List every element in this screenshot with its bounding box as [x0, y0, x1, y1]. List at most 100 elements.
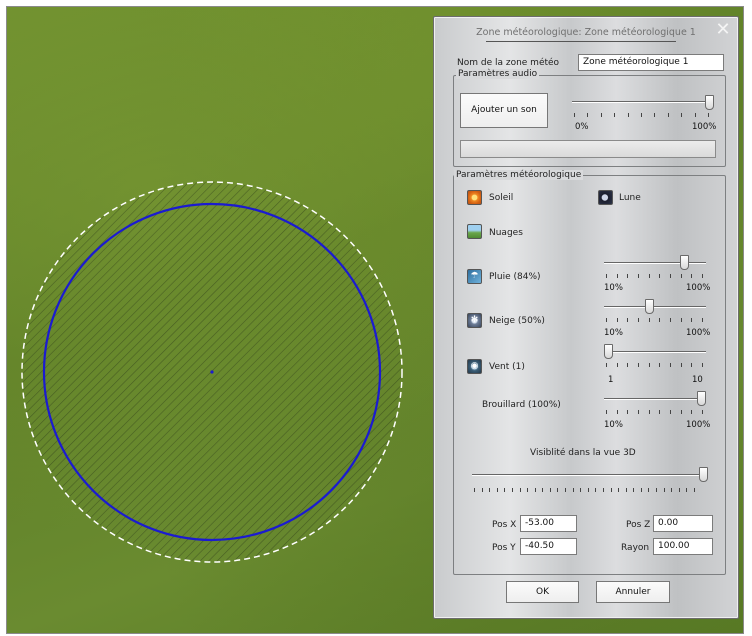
slider-tick — [627, 113, 629, 117]
slider-tick — [638, 274, 639, 278]
slider-tick — [610, 488, 612, 492]
slider-tick — [474, 488, 475, 492]
slider-tick — [595, 488, 597, 492]
pos-x-label: Pos X — [492, 520, 517, 530]
zone-center-point[interactable] — [210, 370, 214, 374]
sun-label[interactable]: Soleil — [489, 193, 513, 203]
wind-slider-thumb[interactable] — [604, 344, 613, 359]
slider-tick — [616, 410, 618, 414]
slider-tick — [565, 488, 567, 492]
radius-input[interactable]: 100.00 — [653, 538, 713, 555]
slider-tick — [641, 113, 642, 117]
slider-tick — [511, 488, 513, 492]
slider-tick — [638, 410, 639, 414]
slider-tick — [702, 274, 703, 278]
slider-tick — [694, 488, 695, 492]
sound-file-bar — [460, 140, 716, 158]
slider-tick — [694, 113, 696, 117]
visibility-slider[interactable] — [472, 467, 708, 497]
slider-tick — [600, 113, 602, 117]
slider-tick — [686, 488, 688, 492]
slider-tick — [627, 363, 629, 367]
rain-max-label: 100% — [686, 283, 711, 293]
volume-slider-thumb[interactable] — [705, 95, 714, 110]
pos-x-input[interactable]: -53.00 — [520, 515, 577, 532]
slider-tick — [702, 363, 703, 367]
moon-icon[interactable] — [598, 190, 613, 205]
slider-tick — [606, 363, 607, 367]
fog-slider[interactable] — [604, 391, 706, 421]
volume-max-label: 100% — [692, 122, 717, 132]
rain-icon[interactable]: ☂ — [467, 269, 482, 284]
wind-slider[interactable] — [604, 344, 706, 374]
visibility-label: Visiblité dans la vue 3D — [530, 448, 636, 458]
slider-tick — [648, 318, 650, 322]
ok-button[interactable]: OK — [506, 581, 579, 603]
weather-group-title: Paramètres météorologique — [454, 170, 584, 180]
slider-tick — [648, 363, 650, 367]
fog-label: Brouillard (100%) — [482, 400, 561, 410]
radius-label: Rayon — [621, 543, 650, 553]
visibility-slider-thumb[interactable] — [699, 467, 708, 482]
slider-tick — [659, 363, 661, 367]
slider-tick — [680, 363, 682, 367]
slider-tick — [671, 488, 673, 492]
slider-tick — [648, 274, 650, 278]
slider-tick — [627, 410, 629, 414]
slider-tick — [627, 274, 629, 278]
snow-slider[interactable] — [604, 299, 706, 329]
slider-tick — [625, 488, 627, 492]
slider-tick — [574, 113, 575, 117]
slider-tick — [542, 488, 544, 492]
moon-label[interactable]: Lune — [619, 193, 641, 203]
weather-zone-dialog: Zone météorologique: Zone météorologique… — [433, 16, 739, 619]
snow-icon[interactable]: ✻ — [467, 313, 482, 328]
slider-tick — [481, 488, 483, 492]
slider-tick — [667, 113, 669, 117]
rain-slider[interactable] — [604, 255, 706, 285]
slider-tick — [638, 363, 639, 367]
snow-label: Neige (50%) — [489, 316, 545, 326]
sun-icon[interactable] — [467, 190, 482, 205]
slider-tick — [633, 488, 635, 492]
slider-tick — [654, 113, 656, 117]
fog-max-label: 100% — [686, 420, 711, 430]
clouds-icon[interactable] — [467, 224, 482, 239]
slider-tick — [691, 274, 693, 278]
snow-slider-thumb[interactable] — [645, 299, 655, 314]
fog-slider-thumb[interactable] — [697, 391, 706, 406]
zone-name-label: Nom de la zone météo — [457, 58, 560, 68]
slider-tick — [614, 113, 616, 117]
slider-tick — [580, 488, 582, 492]
slider-tick — [616, 274, 618, 278]
slider-tick — [670, 363, 671, 367]
wind-icon[interactable]: ◉ — [467, 359, 482, 374]
slider-tick — [648, 488, 650, 492]
slider-tick — [648, 410, 650, 414]
close-icon[interactable]: ✕ — [714, 21, 732, 39]
slider-tick — [702, 318, 703, 322]
clouds-label[interactable]: Nuages — [489, 228, 523, 238]
slider-tick — [691, 318, 693, 322]
title-underline — [486, 41, 676, 42]
add-sound-button[interactable]: Ajouter un son — [460, 93, 548, 128]
volume-min-label: 0% — [575, 122, 589, 132]
slider-tick — [656, 488, 658, 492]
snow-max-label: 100% — [686, 328, 711, 338]
rain-slider-thumb[interactable] — [680, 255, 690, 270]
slider-tick — [602, 488, 604, 492]
slider-tick — [691, 410, 693, 414]
slider-tick — [640, 488, 642, 492]
slider-tick — [670, 318, 671, 322]
slider-tick — [618, 488, 620, 492]
pos-z-input[interactable]: 0.00 — [653, 515, 713, 532]
slider-tick — [534, 488, 536, 492]
slider-tick — [549, 488, 551, 492]
slider-tick — [616, 363, 618, 367]
slider-tick — [496, 488, 498, 492]
slider-tick — [504, 488, 506, 492]
wind-min-label: 1 — [608, 375, 614, 385]
pos-y-input[interactable]: -40.50 — [520, 538, 577, 555]
cancel-button[interactable]: Annuler — [596, 581, 670, 603]
zone-name-input[interactable]: Zone météorologique 1 — [578, 54, 724, 71]
